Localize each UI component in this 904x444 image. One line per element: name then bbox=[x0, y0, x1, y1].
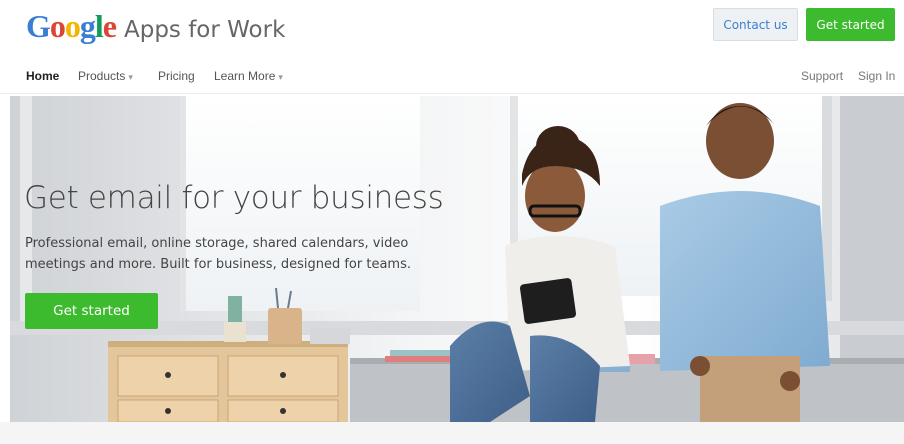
logo-suffix: Apps for Work bbox=[123, 17, 286, 43]
logo-letter: o bbox=[64, 8, 81, 44]
hero-title: Get email for your business bbox=[24, 180, 444, 216]
logo-letter: e bbox=[102, 8, 117, 44]
nav-support[interactable]: Support bbox=[801, 69, 843, 83]
chevron-down-icon: ▾ bbox=[128, 72, 133, 82]
chevron-down-icon: ▾ bbox=[278, 72, 283, 82]
google-wordmark: Google bbox=[26, 8, 117, 45]
hero-banner: Get email for your business Professional… bbox=[10, 96, 904, 422]
logo-letter: g bbox=[79, 8, 96, 44]
logo-letter: l bbox=[94, 8, 104, 44]
nav-pricing[interactable]: Pricing bbox=[158, 69, 195, 83]
nav-learn-more[interactable]: Learn More ▾ bbox=[214, 69, 283, 83]
logo-letter: o bbox=[49, 8, 66, 44]
get-started-header-button[interactable]: Get started bbox=[806, 8, 895, 41]
logo-letter: G bbox=[26, 8, 51, 44]
nav-home[interactable]: Home bbox=[26, 69, 59, 83]
contact-us-button[interactable]: Contact us bbox=[713, 8, 798, 41]
nav-products-label: Products bbox=[78, 69, 126, 83]
nav-learn-more-label: Learn More bbox=[214, 69, 276, 83]
site-header: Google Apps for Work Contact us Get star… bbox=[0, 0, 904, 54]
main-nav: Home Products ▾ Pricing Learn More ▾ Suppo… bbox=[0, 58, 904, 94]
page-bottom-strip bbox=[0, 422, 904, 444]
hero-subtitle: Professional email, online storage, shar… bbox=[25, 236, 411, 272]
get-started-hero-button[interactable]: Get started bbox=[25, 293, 158, 329]
nav-sign-in[interactable]: Sign In bbox=[858, 69, 895, 83]
nav-products[interactable]: Products ▾ bbox=[78, 69, 133, 83]
google-apps-logo[interactable]: Google Apps for Work bbox=[26, 8, 285, 48]
